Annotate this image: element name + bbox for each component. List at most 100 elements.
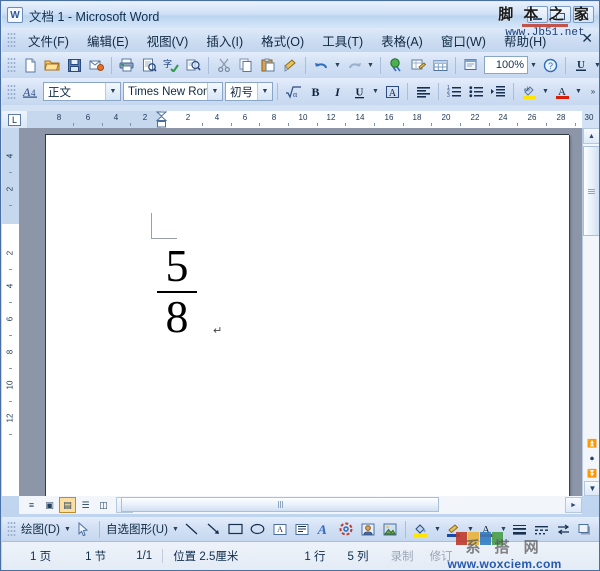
print-icon[interactable] — [116, 55, 138, 76]
font-color-dropdown-icon[interactable]: ▼ — [573, 81, 584, 102]
line-icon[interactable] — [181, 519, 203, 540]
next-page-icon[interactable]: ⏬ — [584, 466, 599, 481]
document-page[interactable]: 5 8 ↵ — [45, 134, 569, 496]
insert-hyperlink-icon[interactable] — [385, 55, 407, 76]
numbered-list-icon[interactable]: 123 — [443, 81, 465, 102]
increase-indent-icon[interactable] — [487, 81, 509, 102]
open-folder-icon[interactable] — [41, 55, 63, 76]
underline-icon[interactable]: U — [348, 81, 370, 102]
scroll-right-button[interactable]: ► — [565, 497, 582, 513]
draw-dropdown-icon[interactable]: ▼ — [62, 519, 73, 540]
font-combobox[interactable]: Times New Roma ▼ — [123, 82, 223, 101]
view-print-layout[interactable]: ▤ — [59, 497, 76, 513]
format-painter-icon[interactable] — [279, 55, 301, 76]
menu-view[interactable]: 视图(V) — [138, 28, 198, 53]
redo-dropdown-icon[interactable]: ▼ — [365, 55, 376, 76]
oval-icon[interactable] — [247, 519, 269, 540]
horizontal-scroll-thumb[interactable] — [121, 497, 439, 512]
undo-dropdown-icon[interactable]: ▼ — [332, 55, 343, 76]
vertical-scrollbar[interactable]: ▲ ⏫ ⏺ ⏬ ▼ — [582, 128, 599, 496]
vertical-text-box-icon[interactable] — [291, 519, 313, 540]
fill-color-icon[interactable] — [410, 519, 432, 540]
spellcheck-icon[interactable]: 字 — [160, 55, 182, 76]
close-document-icon[interactable]: ✕ — [581, 32, 593, 46]
wordart-icon[interactable]: A — [313, 519, 335, 540]
menu-file[interactable]: 文件(F) — [19, 28, 78, 53]
restore-button[interactable] — [550, 6, 571, 23]
zoom-icon[interactable] — [460, 55, 482, 76]
shadow-icon[interactable] — [575, 519, 597, 540]
rectangle-icon[interactable] — [225, 519, 247, 540]
line-color-dropdown-icon[interactable]: ▼ — [465, 519, 476, 540]
print-preview-icon[interactable] — [138, 55, 160, 76]
dash-style-icon[interactable] — [531, 519, 553, 540]
view-outline[interactable]: ☰ — [77, 497, 94, 513]
font-color-icon[interactable]: A — [551, 81, 573, 102]
fraction-equation[interactable]: 5 8 — [157, 243, 197, 340]
menu-tools[interactable]: 工具(T) — [313, 28, 372, 53]
align-left-icon[interactable] — [412, 81, 434, 102]
formatting-toolbar-overflow[interactable]: » — [586, 80, 599, 104]
menu-format[interactable]: 格式(O) — [252, 28, 313, 53]
line-color-icon[interactable] — [443, 519, 465, 540]
highlight-icon[interactable]: ab — [518, 81, 540, 102]
style-dropdown-icon[interactable]: ▼ — [105, 83, 120, 100]
equation-icon[interactable]: α — [282, 81, 304, 102]
font-color-icon[interactable]: A — [476, 519, 498, 540]
draw-menu-button[interactable]: 绘图(D) — [19, 521, 62, 537]
drawing-toolbar-grip[interactable] — [7, 521, 16, 537]
browse-object-controls[interactable]: ⏫ ⏺ ⏬ ▼ — [584, 436, 599, 496]
view-reading-layout[interactable]: ◫ — [95, 497, 112, 513]
italic-icon[interactable]: I — [326, 81, 348, 102]
underline-icon[interactable]: U — [570, 55, 592, 76]
previous-page-icon[interactable]: ⏫ — [584, 436, 599, 451]
character-border-icon[interactable]: A — [381, 81, 403, 102]
paste-icon[interactable] — [257, 55, 279, 76]
tab-stop-selector[interactable]: L — [2, 111, 28, 128]
copy-icon[interactable] — [235, 55, 257, 76]
clip-art-icon[interactable] — [357, 519, 379, 540]
zoom-dropdown-icon[interactable]: ▼ — [528, 55, 539, 76]
tables-borders-icon[interactable] — [407, 55, 429, 76]
menu-window[interactable]: 窗口(W) — [432, 28, 495, 53]
autoshapes-menu-button[interactable]: 自选图形(U) — [104, 521, 170, 537]
minimize-button[interactable] — [527, 6, 548, 23]
help-icon[interactable]: ? — [539, 55, 561, 76]
ruler-track[interactable]: 8 6 4 2 2 4 6 8 10 12 14 16 18 20 22 24 26 28 30 — [28, 111, 593, 128]
horizontal-ruler[interactable]: L 8 6 4 2 2 4 6 8 10 12 14 16 18 20 22 24 26 28 30 — [2, 111, 593, 128]
indent-markers-icon[interactable] — [156, 111, 167, 128]
underline-dropdown-icon[interactable]: ▼ — [592, 55, 599, 76]
horizontal-scrollbar-row[interactable]: ≡ ▣ ▤ ☰ ◫ ◄ ► — [19, 496, 582, 514]
text-box-icon[interactable]: A — [269, 519, 291, 540]
new-document-icon[interactable] — [19, 55, 41, 76]
font-dropdown-icon[interactable]: ▼ — [207, 83, 222, 100]
formatting-toolbar-grip[interactable] — [7, 83, 16, 100]
diagram-icon[interactable] — [335, 519, 357, 540]
menu-table[interactable]: 表格(A) — [372, 28, 432, 53]
status-track-changes-mode[interactable]: 修订 — [426, 548, 457, 564]
insert-table-icon[interactable] — [429, 55, 451, 76]
bold-icon[interactable]: B — [304, 81, 326, 102]
view-normal[interactable]: ≡ — [23, 497, 40, 513]
bulleted-list-icon[interactable] — [465, 81, 487, 102]
close-button[interactable] — [573, 6, 594, 23]
font-size-combobox[interactable]: 初号 ▼ — [225, 82, 273, 101]
select-browse-object-icon[interactable]: ⏺ — [584, 451, 599, 466]
vertical-scroll-thumb[interactable] — [583, 146, 599, 236]
insert-picture-icon[interactable] — [379, 519, 401, 540]
save-disk-icon[interactable] — [63, 55, 85, 76]
email-icon[interactable] — [85, 55, 107, 76]
autoshapes-dropdown-icon[interactable]: ▼ — [170, 519, 181, 540]
scroll-up-button[interactable]: ▲ — [583, 128, 599, 144]
styles-formatting-icon[interactable]: A4 — [19, 81, 41, 102]
font-color-dropdown-icon[interactable]: ▼ — [498, 519, 509, 540]
menu-edit[interactable]: 编辑(E) — [78, 28, 138, 53]
scroll-down-button[interactable]: ▼ — [584, 481, 599, 496]
fill-color-dropdown-icon[interactable]: ▼ — [432, 519, 443, 540]
cut-scissors-icon[interactable] — [213, 55, 235, 76]
status-record-mode[interactable]: 录制 — [387, 548, 418, 564]
standard-toolbar-grip[interactable] — [7, 57, 16, 73]
arrow-style-icon[interactable] — [553, 519, 575, 540]
menu-grip-handle[interactable] — [7, 32, 16, 48]
undo-icon[interactable] — [310, 55, 332, 76]
